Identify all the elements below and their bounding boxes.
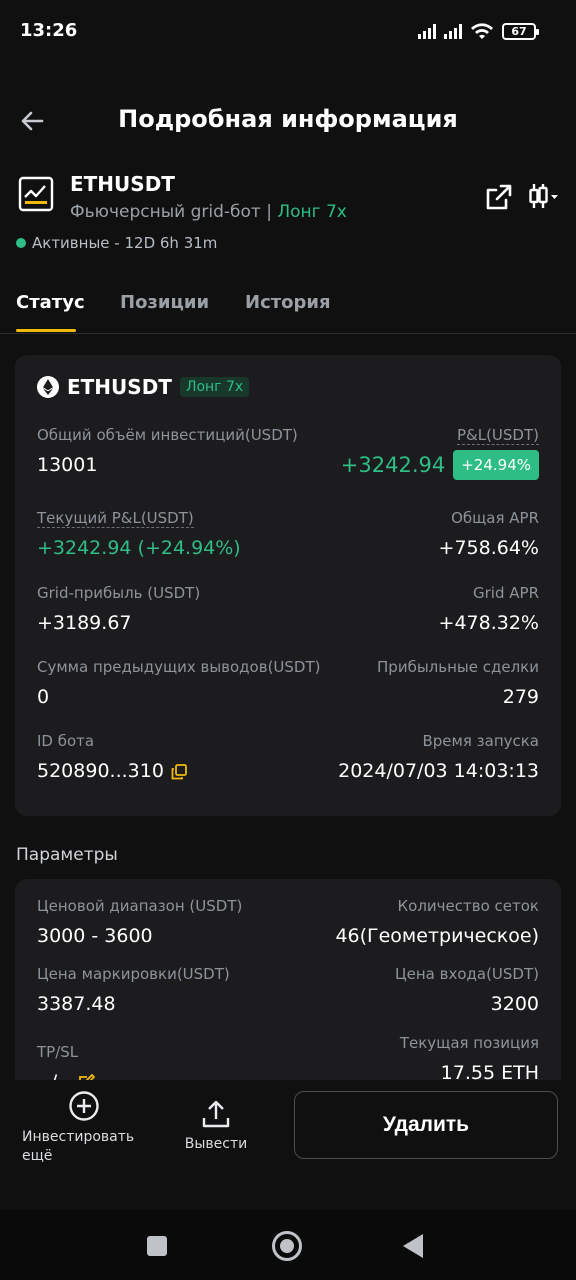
mark-price-label: Цена маркировки(USDT) bbox=[37, 965, 230, 983]
ethereum-icon bbox=[37, 376, 59, 398]
tab-history[interactable]: История bbox=[245, 292, 331, 313]
wifi-icon bbox=[471, 23, 493, 39]
status-bar: 13:26 67 bbox=[0, 0, 576, 66]
pnl: P&L(USDT) +3242.94 +24.94% bbox=[341, 426, 539, 480]
profitable-trades-value: 279 bbox=[502, 686, 539, 708]
plus-circle-icon bbox=[69, 1091, 99, 1121]
current-position: Текущая позиция 17.55 ETH bbox=[400, 1034, 539, 1084]
start-time-label: Время запуска bbox=[422, 732, 540, 750]
total-investment-value: 13001 bbox=[37, 454, 98, 476]
mark-price-value: 3387.48 bbox=[37, 993, 116, 1015]
params-title: Параметры bbox=[16, 845, 118, 865]
header: Подробная информация bbox=[0, 95, 576, 147]
bot-id-value: 520890...310 bbox=[37, 760, 164, 782]
grid-count: Количество сеток 46(Геометрическое) bbox=[335, 897, 539, 947]
card-title: ETHUSDT Лонг 7x bbox=[37, 375, 250, 399]
bottom-action-bar: Инвестировать ещё Вывести Удалить bbox=[0, 1080, 576, 1210]
share-external-icon[interactable] bbox=[484, 182, 514, 212]
entry-price-label: Цена входа(USDT) bbox=[394, 965, 539, 983]
grid-count-value: 46(Геометрическое) bbox=[335, 925, 539, 947]
grid-profit-value: +3189.67 bbox=[37, 612, 132, 634]
entry-price-value: 3200 bbox=[490, 993, 539, 1015]
tab-status[interactable]: Статус bbox=[16, 292, 85, 313]
bot-symbol: ETHUSDT bbox=[70, 172, 175, 196]
invest-more-button[interactable]: Инвестировать ещё bbox=[22, 1090, 142, 1166]
grid-apr-value: +478.32% bbox=[438, 612, 539, 634]
bot-header: ETHUSDT Фьючерсный grid-бот | Лонг 7x Ак… bbox=[16, 172, 560, 262]
previous-withdrawals-label: Сумма предыдущих выводов(USDT) bbox=[37, 658, 321, 676]
bot-type-label: Фьючерсный grid-бот | bbox=[70, 202, 272, 222]
recent-apps-icon[interactable] bbox=[147, 1236, 167, 1256]
bot-id: ID бота 520890...310 bbox=[37, 732, 188, 782]
signal-icon bbox=[444, 23, 462, 39]
total-investment-label: Общий объём инвестиций(USDT) bbox=[37, 426, 298, 444]
signal-icon bbox=[418, 23, 436, 39]
price-range-label: Ценовой диапазон (USDT) bbox=[37, 897, 243, 915]
profitable-trades: Прибыльные сделки 279 bbox=[377, 658, 539, 708]
invest-more-label: Инвестировать ещё bbox=[22, 1129, 135, 1164]
grid-profit: Grid-прибыль (USDT) +3189.67 bbox=[37, 584, 200, 634]
grid-profit-label: Grid-прибыль (USDT) bbox=[37, 584, 201, 602]
home-icon[interactable] bbox=[272, 1231, 302, 1261]
withdraw-button[interactable]: Вывести bbox=[180, 1098, 252, 1152]
candlestick-chart-icon[interactable] bbox=[528, 180, 560, 212]
pnl-value: +3242.94 bbox=[340, 453, 446, 477]
bot-status-text: Активные - 12D 6h 31m bbox=[32, 234, 218, 252]
summary-card: ETHUSDT Лонг 7x Общий объём инвестиций(U… bbox=[15, 355, 561, 816]
active-tab-indicator bbox=[16, 329, 76, 332]
delete-button[interactable]: Удалить bbox=[294, 1091, 558, 1159]
copy-icon[interactable] bbox=[170, 763, 188, 781]
previous-withdrawals: Сумма предыдущих выводов(USDT) 0 bbox=[37, 658, 321, 708]
current-position-label: Текущая позиция bbox=[399, 1034, 539, 1052]
pnl-percent-badge: +24.94% bbox=[453, 450, 539, 480]
price-range-value: 3000 - 3600 bbox=[37, 925, 153, 947]
bot-direction: Лонг 7x bbox=[277, 202, 347, 222]
mark-price: Цена маркировки(USDT) 3387.48 bbox=[37, 965, 230, 1015]
battery-icon: 67 bbox=[502, 22, 539, 40]
pnl-label[interactable]: P&L(USDT) bbox=[456, 426, 539, 445]
upload-icon bbox=[202, 1100, 230, 1128]
current-pnl-label[interactable]: Текущий P&L(USDT) bbox=[37, 509, 194, 528]
total-investment: Общий объём инвестиций(USDT) 13001 bbox=[37, 426, 298, 476]
bot-id-label: ID бота bbox=[37, 732, 95, 750]
status-time: 13:26 bbox=[20, 20, 78, 41]
grid-count-label: Количество сеток bbox=[397, 897, 539, 915]
profitable-trades-label: Прибыльные сделки bbox=[377, 658, 539, 676]
price-range: Ценовой диапазон (USDT) 3000 - 3600 bbox=[37, 897, 242, 947]
card-symbol: ETHUSDT bbox=[67, 375, 172, 399]
status-dot bbox=[16, 238, 26, 248]
withdraw-label: Вывести bbox=[184, 1136, 248, 1152]
system-nav-bar bbox=[0, 1210, 576, 1280]
back-triangle-icon[interactable] bbox=[403, 1234, 423, 1258]
status-icons: 67 bbox=[418, 22, 539, 40]
total-apr-label: Общая APR bbox=[451, 509, 539, 527]
bot-type: Фьючерсный grid-бот | Лонг 7x bbox=[70, 202, 347, 222]
grid-apr: Grid APR +478.32% bbox=[439, 584, 539, 634]
tp-sl-label: TP/SL bbox=[37, 1043, 79, 1061]
entry-price: Цена входа(USDT) 3200 bbox=[395, 965, 539, 1015]
current-pnl-value: +3242.94 (+24.94%) bbox=[37, 537, 241, 559]
tab-bar: Статус Позиции История bbox=[0, 280, 576, 334]
total-apr-value: +758.64% bbox=[438, 537, 539, 559]
previous-withdrawals-value: 0 bbox=[37, 686, 50, 708]
start-time: Время запуска 2024/07/03 14:03:13 bbox=[338, 732, 539, 782]
grid-apr-label: Grid APR bbox=[473, 584, 539, 602]
grid-bot-icon bbox=[18, 176, 54, 212]
page-title: Подробная информация bbox=[118, 105, 458, 133]
tab-positions[interactable]: Позиции bbox=[120, 292, 209, 313]
total-apr: Общая APR +758.64% bbox=[439, 509, 539, 559]
start-time-value: 2024/07/03 14:03:13 bbox=[338, 760, 539, 782]
bot-status: Активные - 12D 6h 31m bbox=[16, 234, 217, 252]
current-pnl: Текущий P&L(USDT) +3242.94 (+24.94%) bbox=[37, 509, 241, 559]
direction-badge: Лонг 7x bbox=[179, 377, 250, 397]
